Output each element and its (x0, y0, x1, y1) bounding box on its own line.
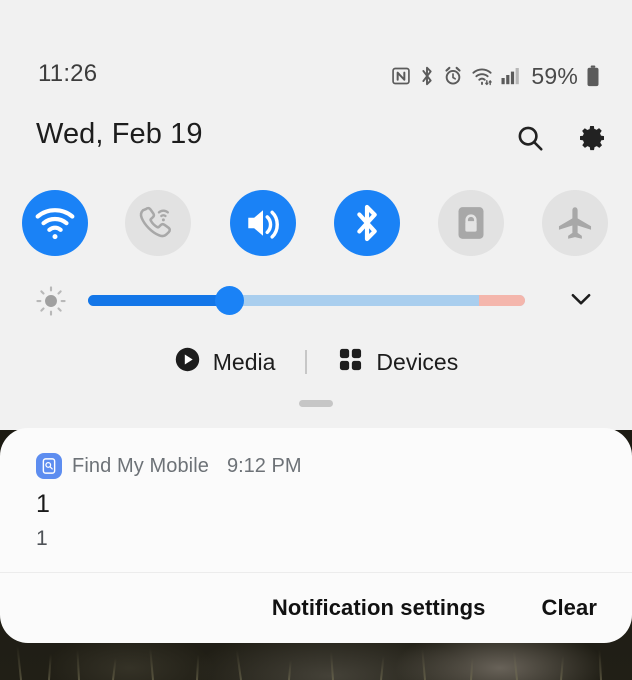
phone-screen: 11:26 59% Wed, Feb 19 Media Devices Find… (0, 0, 632, 680)
status-bar: 11:26 59% (0, 60, 632, 100)
media-devices-divider (305, 350, 308, 374)
brightness-knob[interactable] (215, 286, 244, 315)
toggle-airplane-mode[interactable] (542, 190, 608, 256)
battery-icon (586, 65, 600, 87)
toggle-wifi[interactable] (22, 190, 88, 256)
notification-text: 1 (36, 527, 48, 550)
toggle-sim-card-lock[interactable] (438, 190, 504, 256)
bluetooth-icon (357, 204, 377, 242)
status-time: 11:26 (38, 60, 98, 87)
toggle-sound[interactable] (230, 190, 296, 256)
battery-percent-label: 59% (531, 62, 578, 89)
devices-label: Devices (376, 348, 459, 375)
quick-settings-header: Wed, Feb 19 (0, 118, 632, 168)
quick-settings-panel: 11:26 59% Wed, Feb 19 Media Devices (0, 0, 632, 430)
brightness-slider[interactable] (88, 286, 525, 315)
grid-squares-icon (337, 346, 364, 378)
panel-drag-handle[interactable] (299, 400, 333, 407)
media-label: Media (212, 348, 276, 375)
search-icon (515, 123, 545, 158)
speaker-icon (248, 210, 279, 239)
find-my-mobile-icon (36, 453, 62, 479)
wifi-icon (471, 66, 493, 86)
nfc-icon (391, 66, 411, 86)
airplane-icon (558, 207, 592, 239)
brightness-row (0, 278, 632, 322)
wifi-icon (35, 208, 75, 240)
chevron-down-icon (566, 284, 596, 319)
alarm-icon (443, 66, 463, 86)
notification-item[interactable]: Find My Mobile 9:12 PM 1 1 (0, 428, 632, 572)
date-label: Wed, Feb 19 (36, 118, 203, 150)
media-button[interactable]: Media (174, 346, 276, 378)
settings-button[interactable] (570, 118, 614, 162)
expand-brightness-button[interactable] (564, 284, 598, 318)
devices-button[interactable]: Devices (337, 346, 458, 378)
brightness-extra-zone (479, 295, 525, 306)
notification-app-name: Find My Mobile (72, 454, 209, 477)
bluetooth-icon (419, 65, 435, 87)
notification-title: 1 (36, 490, 50, 518)
quick-toggle-row (0, 190, 632, 256)
notification-settings-button[interactable]: Notification settings (272, 595, 486, 621)
toggle-bluetooth[interactable] (334, 190, 400, 256)
sim-lock-icon (458, 207, 484, 239)
notification-actions: Notification settings Clear (0, 573, 632, 643)
media-devices-row: Media Devices (0, 342, 632, 382)
phone-wifi-icon (139, 206, 172, 238)
status-icons: 59% (391, 60, 600, 92)
notification-card: Find My Mobile 9:12 PM 1 1 Notification … (0, 428, 632, 643)
brightness-fill (88, 295, 236, 306)
gear-icon (576, 122, 608, 159)
play-circle-icon (174, 346, 201, 378)
notification-header: Find My Mobile 9:12 PM (36, 453, 301, 479)
cellular-signal-icon (501, 67, 521, 85)
brightness-sun-icon (34, 284, 68, 318)
notification-time: 9:12 PM (227, 454, 302, 477)
toggle-wifi-calling[interactable] (125, 190, 191, 256)
search-button[interactable] (508, 118, 552, 162)
clear-notifications-button[interactable]: Clear (541, 595, 597, 621)
